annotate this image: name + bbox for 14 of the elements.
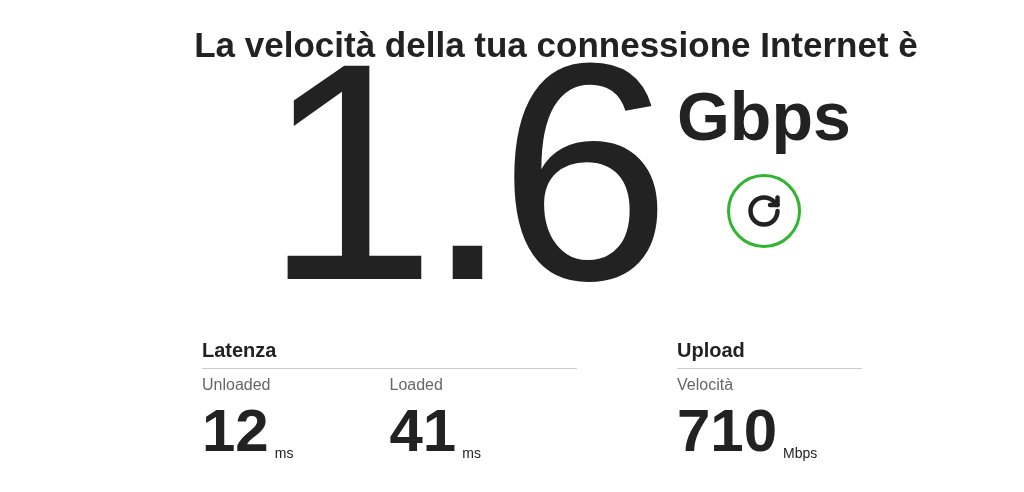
metric-value: 710	[677, 401, 778, 461]
speed-unit: Gbps	[676, 77, 851, 156]
metric-value: 12	[202, 401, 269, 461]
section-title: Latenza	[202, 338, 577, 369]
metric-unit: ms	[462, 444, 481, 463]
metric-value: 41	[389, 401, 457, 461]
refresh-button[interactable]	[726, 174, 801, 248]
metric-label: Velocità	[677, 375, 734, 395]
metric-label: Unloaded	[202, 375, 271, 395]
section-title: Upload	[677, 338, 862, 369]
metric-label: Loaded	[389, 375, 443, 395]
refresh-icon	[745, 193, 782, 229]
metric-unit: ms	[274, 444, 294, 463]
metric-unit: Mbps	[783, 444, 818, 463]
